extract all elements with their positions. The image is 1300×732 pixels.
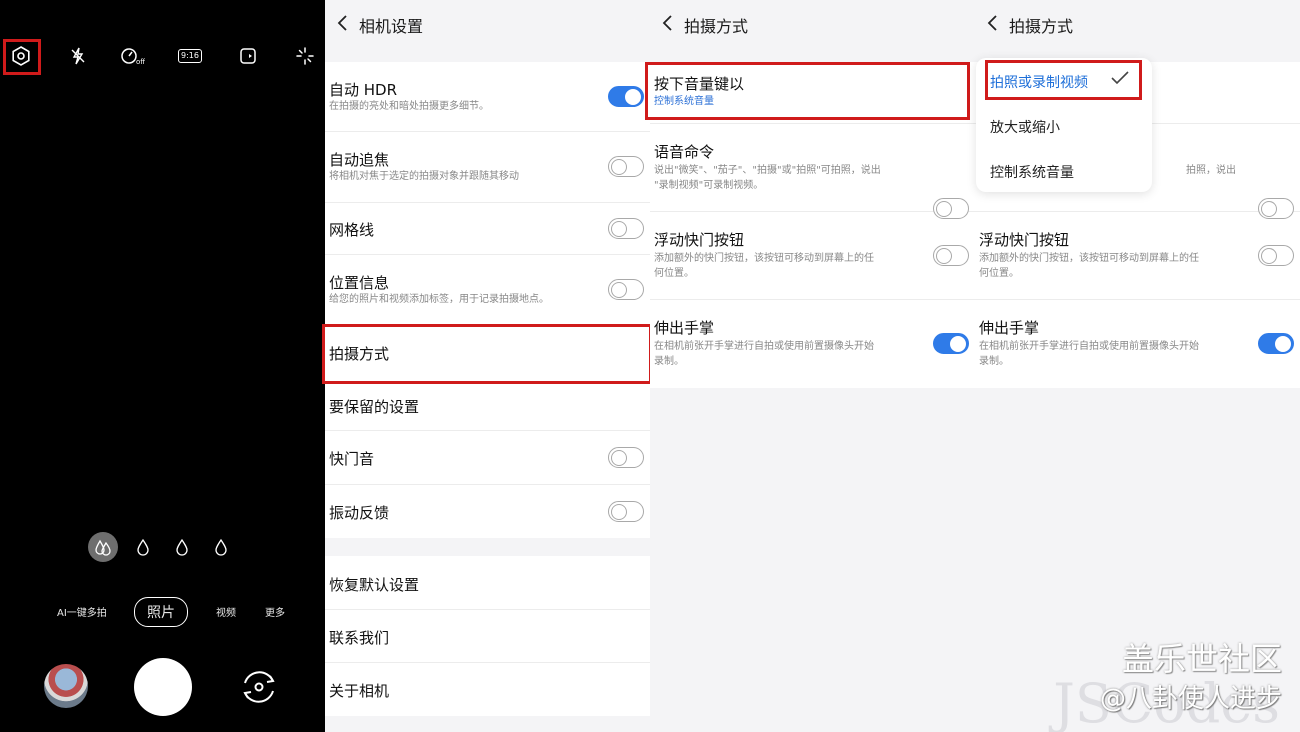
about-camera[interactable]: 关于相机 <box>325 663 650 716</box>
setting-floating-shutter[interactable]: 浮动快门按钮 添加额外的快门按钮，该按钮可移动到屏幕上的任 何位置。 <box>975 212 1300 300</box>
drop-icon[interactable] <box>167 532 197 562</box>
setting-title: 恢复默认设置 <box>329 576 420 594</box>
flash-off-icon[interactable] <box>63 41 93 71</box>
setting-description: 录制。 <box>654 356 684 367</box>
setting-title: 网格线 <box>329 221 375 239</box>
setting-show-palm[interactable]: 伸出手掌 在相机前张开手掌进行自拍或使用前置摄像头开始 录制。 <box>975 300 1300 388</box>
filter-sparkle-icon[interactable] <box>290 41 320 71</box>
setting-shutter-sound[interactable]: 快门音 <box>325 431 650 485</box>
page-title: 相机设置 <box>359 17 424 36</box>
shooting-methods-header: 拍摄方式 <box>650 0 975 46</box>
option-zoom[interactable]: 放大或缩小 <box>990 117 1060 137</box>
volume-key-highlight-box <box>645 62 970 120</box>
drop-icon[interactable] <box>128 532 158 562</box>
settings-list-secondary: 恢复默认设置 联系我们 关于相机 <box>325 556 650 716</box>
mode-more[interactable]: 更多 <box>265 604 285 619</box>
setting-description: 给您的照片和视频添加标签，用于记录拍摄地点。 <box>329 294 549 305</box>
setting-title: 要保留的设置 <box>329 398 420 416</box>
mode-ai-multi[interactable]: AI一键多拍 <box>57 604 107 619</box>
contact-us[interactable]: 联系我们 <box>325 610 650 663</box>
setting-grid-lines[interactable]: 网格线 <box>325 203 650 255</box>
camera-settings-panel: 相机设置 自动 HDR 在拍摄的亮处和暗处拍摄更多细节。 自动追焦 将相机对焦于… <box>322 0 652 732</box>
aspect-ratio-label: 9:16 <box>178 49 202 63</box>
mode-photo[interactable]: 照片 <box>134 597 188 627</box>
setting-description: 在相机前张开手掌进行自拍或使用前置摄像头开始 <box>979 341 1199 352</box>
setting-title: 联系我们 <box>329 629 390 647</box>
settings-list: 自动 HDR 在拍摄的亮处和暗处拍摄更多细节。 自动追焦 将相机对焦于选定的拍摄… <box>325 62 650 538</box>
floating-shutter-toggle[interactable] <box>1258 245 1294 266</box>
back-arrow-icon[interactable] <box>331 12 353 34</box>
setting-description: 添加额外的快门按钮，该按钮可移动到屏幕上的任 <box>654 253 874 264</box>
setting-title: 关于相机 <box>329 682 390 700</box>
setting-floating-shutter[interactable]: 浮动快门按钮 添加额外的快门按钮，该按钮可移动到屏幕上的任 何位置。 <box>650 212 975 300</box>
filter-icon[interactable] <box>88 532 118 562</box>
setting-description: 在拍摄的亮处和暗处拍摄更多细节。 <box>329 101 489 112</box>
aspect-ratio-icon[interactable]: 9:16 <box>175 41 205 71</box>
back-arrow-icon[interactable] <box>981 12 1003 34</box>
gallery-thumbnail[interactable] <box>44 664 88 708</box>
mode-video[interactable]: 视频 <box>216 604 236 619</box>
show-palm-toggle[interactable] <box>933 333 969 354</box>
settings-header: 相机设置 <box>325 0 650 46</box>
back-arrow-icon[interactable] <box>656 12 678 34</box>
svg-text:off: off <box>136 58 145 66</box>
page-title: 拍摄方式 <box>684 17 749 36</box>
drop-icon[interactable] <box>206 532 236 562</box>
shooting-methods-panel: 拍摄方式 按下音量键以 控制系统音量 语音命令 说出"微笑"、"茄子"、"拍摄"… <box>645 0 975 732</box>
filter-selector <box>85 530 245 564</box>
setting-auto-tracking[interactable]: 自动追焦 将相机对焦于选定的拍摄对象并跟随其移动 <box>325 132 650 203</box>
option-system-volume[interactable]: 控制系统音量 <box>990 162 1074 182</box>
dropdown-highlight-box <box>985 60 1142 100</box>
setting-show-palm[interactable]: 伸出手掌 在相机前张开手掌进行自拍或使用前置摄像头开始 录制。 <box>650 300 975 388</box>
show-palm-toggle[interactable] <box>1258 333 1294 354</box>
auto-tracking-toggle[interactable] <box>608 156 644 177</box>
setting-description: "录制视频"可录制视频。 <box>654 180 764 191</box>
camera-mode-selector: AI一键多拍 照片 视频 更多 <box>0 596 325 627</box>
setting-description: 将相机对焦于选定的拍摄对象并跟随其移动 <box>329 171 519 182</box>
setting-vibration-feedback[interactable]: 振动反馈 <box>325 485 650 538</box>
motion-photo-off-icon[interactable]: off <box>117 41 147 71</box>
shooting-methods-header: 拍摄方式 <box>975 0 1300 46</box>
camera-top-toolbar: off 9:16 <box>0 38 325 74</box>
shutter-button[interactable] <box>134 658 192 716</box>
setting-voice-command[interactable]: 语音命令 说出"微笑"、"茄子"、"拍摄"或"拍照"可拍照，说出 "录制视频"可… <box>650 124 975 219</box>
setting-title: 伸出手掌 <box>979 319 1040 337</box>
switch-camera-icon[interactable] <box>236 664 282 710</box>
grid-lines-toggle[interactable] <box>608 218 644 239</box>
setting-title: 伸出手掌 <box>654 319 715 337</box>
setting-title: 位置信息 <box>329 274 390 292</box>
setting-title: 语音命令 <box>654 143 715 161</box>
shooting-methods-highlight-box <box>322 324 652 384</box>
reset-settings[interactable]: 恢复默认设置 <box>325 556 650 610</box>
setting-title: 自动追焦 <box>329 151 390 169</box>
settings-highlight-box <box>3 39 41 75</box>
setting-description: 何位置。 <box>654 268 694 279</box>
setting-description: 录制。 <box>979 356 1009 367</box>
watermark-author: @八卦使人进步 <box>1099 684 1282 714</box>
floating-shutter-toggle[interactable] <box>933 245 969 266</box>
watermark-community: 盖乐世社区 <box>1121 640 1282 678</box>
location-info-toggle[interactable] <box>608 279 644 300</box>
setting-location-info[interactable]: 位置信息 给您的照片和视频添加标签，用于记录拍摄地点。 <box>325 255 650 325</box>
motion-icon[interactable] <box>233 41 263 71</box>
setting-title: 振动反馈 <box>329 504 390 522</box>
setting-title: 快门音 <box>329 450 375 468</box>
setting-auto-hdr[interactable]: 自动 HDR 在拍摄的亮处和暗处拍摄更多细节。 <box>325 62 650 132</box>
setting-title: 浮动快门按钮 <box>979 231 1070 249</box>
vibration-feedback-toggle[interactable] <box>608 501 644 522</box>
setting-description: 何位置。 <box>979 268 1019 279</box>
setting-settings-to-keep[interactable]: 要保留的设置 <box>325 383 650 431</box>
shutter-sound-toggle[interactable] <box>608 447 644 468</box>
auto-hdr-toggle[interactable] <box>608 86 644 107</box>
page-title: 拍摄方式 <box>1009 17 1074 36</box>
setting-description: 说出"微笑"、"茄子"、"拍摄"或"拍照"可拍照，说出 <box>654 165 881 176</box>
setting-description: 拍照，说出 <box>1186 165 1236 176</box>
setting-description: 在相机前张开手掌进行自拍或使用前置摄像头开始 <box>654 341 874 352</box>
setting-title: 自动 HDR <box>329 81 398 99</box>
camera-viewfinder: off 9:16 AI一键多拍 照片 视频 更多 <box>0 0 325 732</box>
setting-title: 浮动快门按钮 <box>654 231 745 249</box>
setting-description: 添加额外的快门按钮，该按钮可移动到屏幕上的任 <box>979 253 1199 264</box>
